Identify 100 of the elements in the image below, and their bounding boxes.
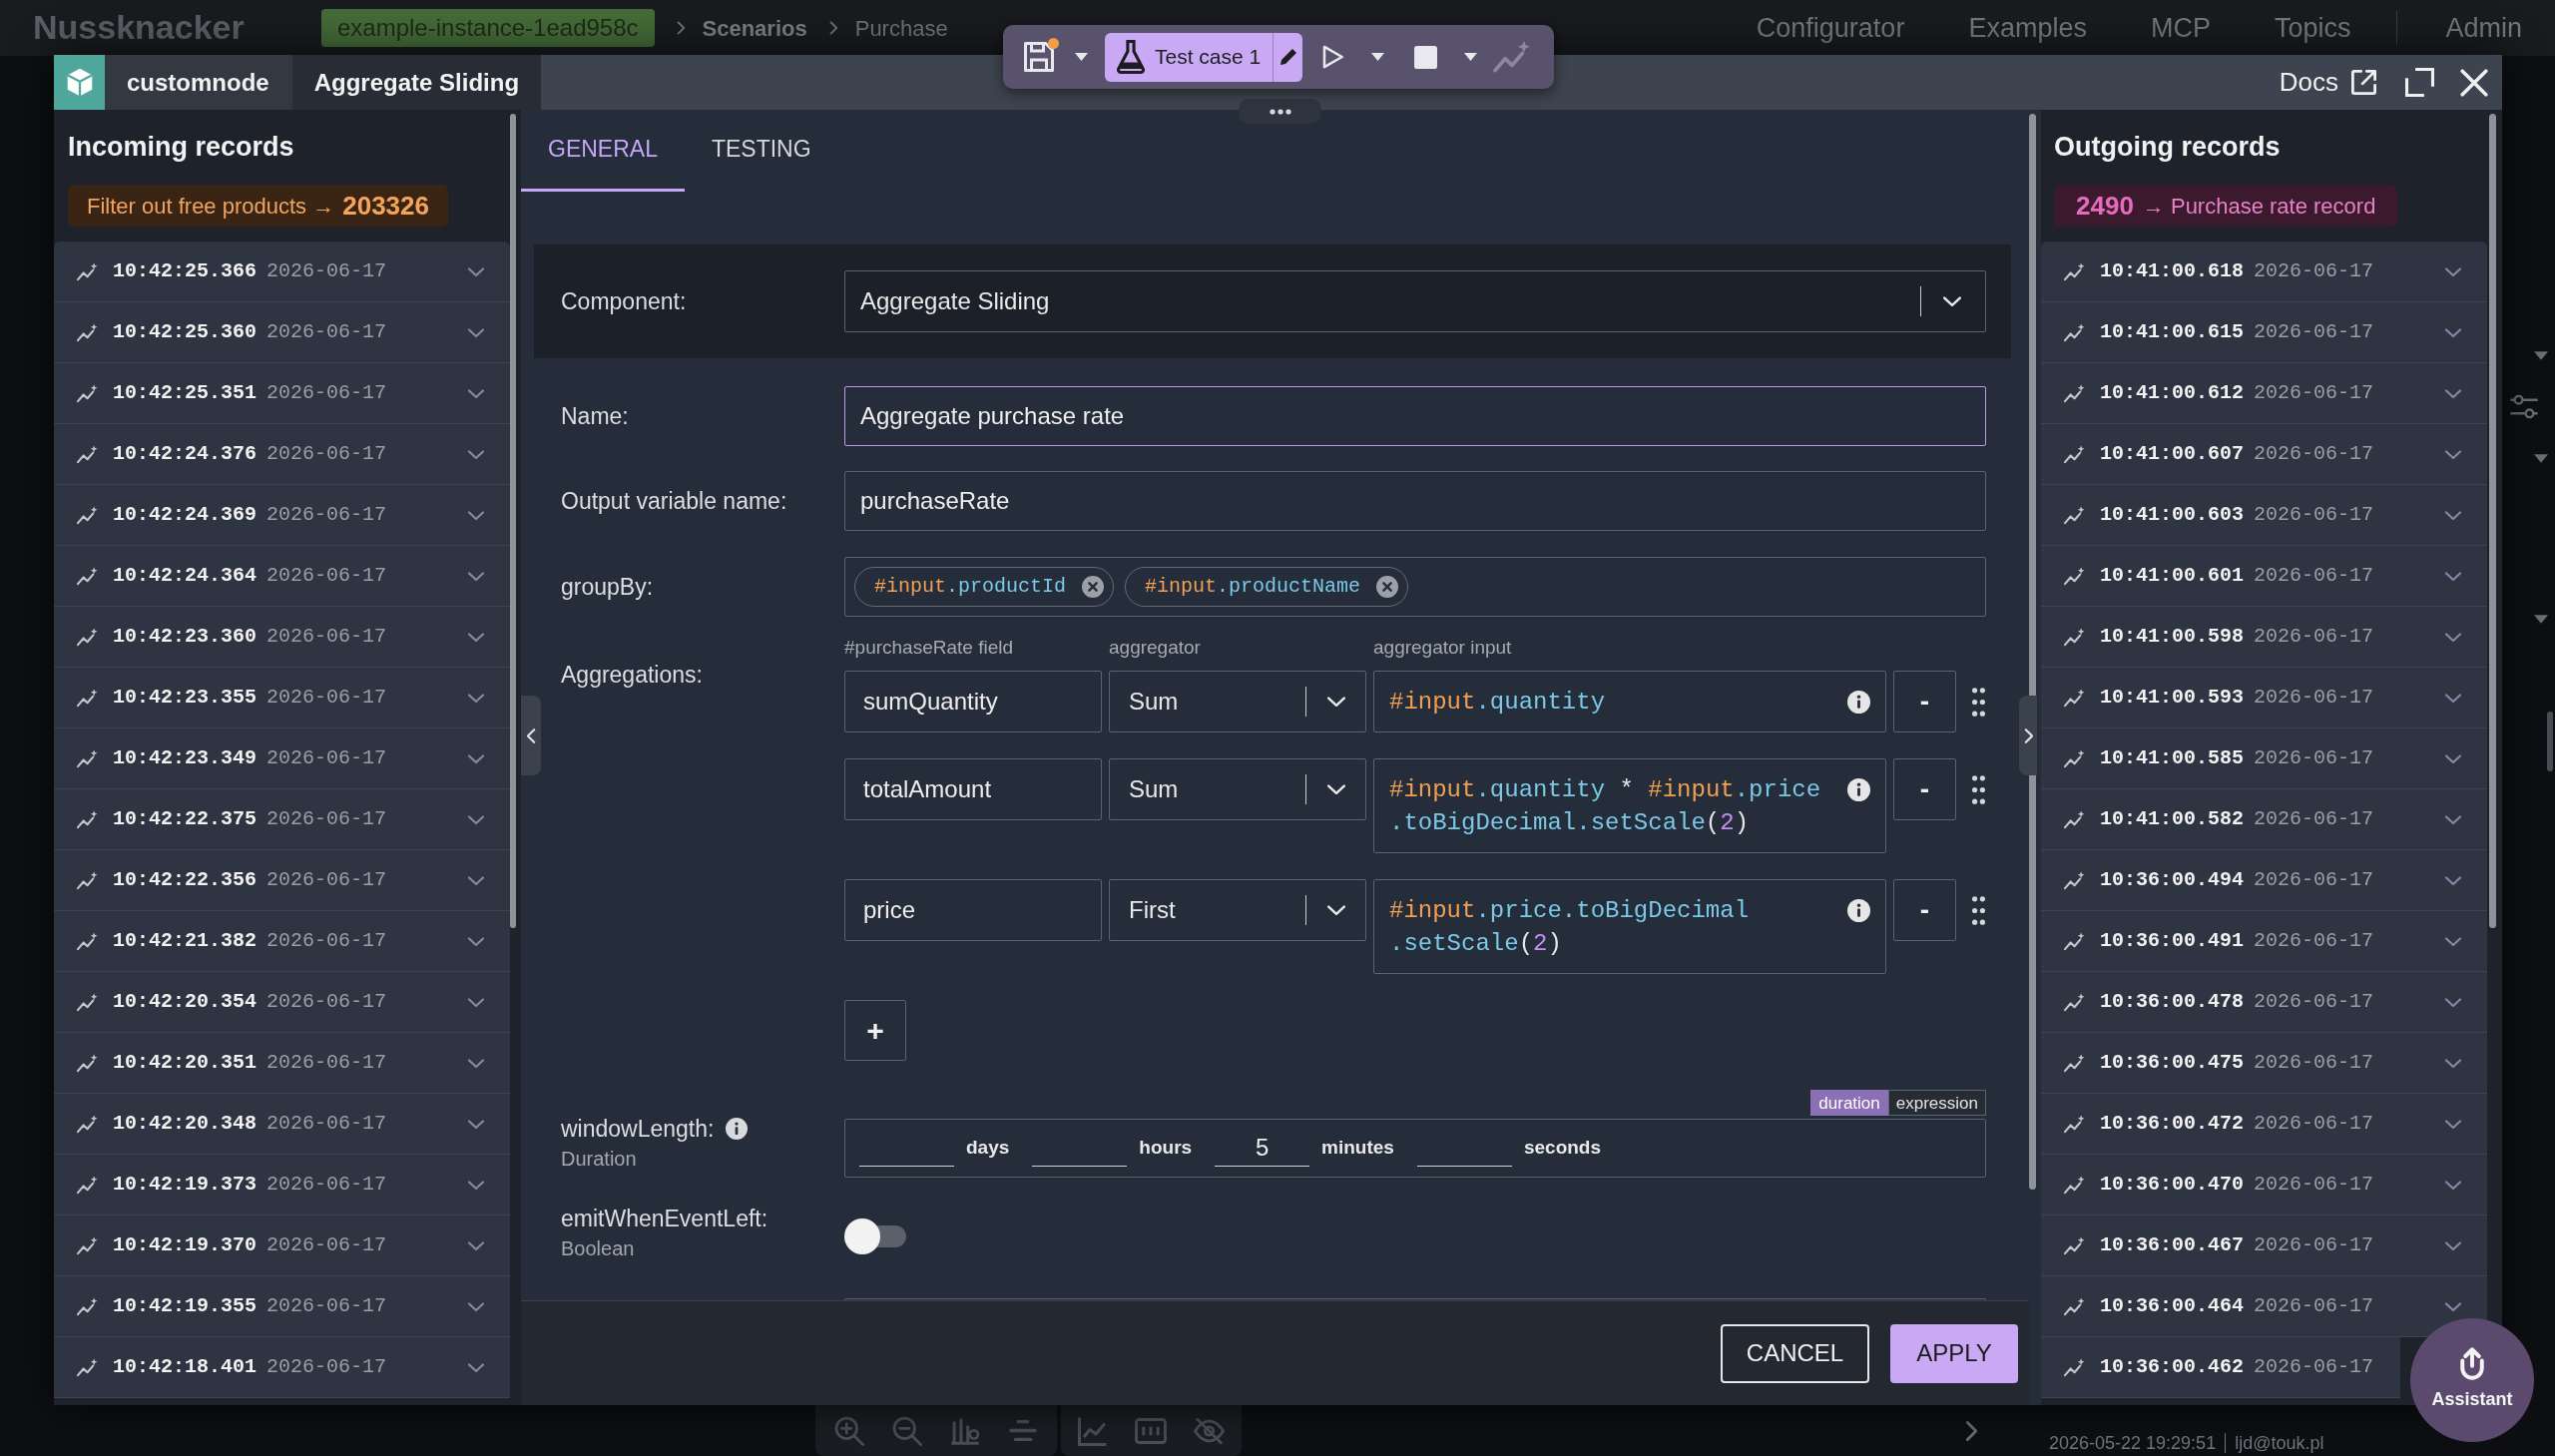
record-row[interactable]: 10:42:25.366 2026-06-17 <box>54 242 510 302</box>
record-row[interactable]: 10:42:19.373 2026-06-17 <box>54 1155 510 1215</box>
record-row[interactable]: 10:42:23.360 2026-06-17 <box>54 607 510 668</box>
record-row[interactable]: 10:36:00.472 2026-06-17 <box>2041 1094 2487 1155</box>
remove-button[interactable]: - <box>1893 758 1956 820</box>
info-icon[interactable] <box>1847 899 1870 922</box>
tab[interactable]: TESTING <box>684 110 838 192</box>
expression-editor[interactable]: #input.price.toBigDecimal .setScale(2) <box>1373 879 1886 974</box>
breadcrumb-link[interactable]: Scenarios <box>702 11 807 45</box>
scrollbar[interactable] <box>2489 114 2496 928</box>
apply-button[interactable]: APPLY <box>1890 1323 2018 1383</box>
clear-icon[interactable] <box>1082 576 1105 598</box>
info-icon[interactable] <box>1847 778 1870 801</box>
info-icon[interactable] <box>1847 691 1870 714</box>
record-row[interactable]: 10:41:00.601 2026-06-17 <box>2041 546 2487 607</box>
edit-button[interactable] <box>1273 32 1303 82</box>
dots-icon[interactable] <box>1239 99 1321 124</box>
mode-toggle[interactable]: duration <box>1810 1090 1888 1116</box>
record-row[interactable]: 10:42:25.351 2026-06-17 <box>54 363 510 424</box>
caret-down-icon[interactable] <box>2534 351 2548 360</box>
record-row[interactable]: 10:42:22.356 2026-06-17 <box>54 850 510 911</box>
record-row[interactable]: 10:42:23.355 2026-06-17 <box>54 668 510 728</box>
nav-link[interactable]: Admin <box>2445 7 2522 49</box>
record-row[interactable]: 10:42:22.375 2026-06-17 <box>54 789 510 850</box>
source-badge[interactable]: Filter out free products → 203326 <box>68 185 448 227</box>
record-row[interactable]: 10:36:00.478 2026-06-17 <box>2041 972 2487 1033</box>
record-row[interactable]: 10:36:00.475 2026-06-17 <box>2041 1033 2487 1094</box>
chevron-right-icon[interactable] <box>1965 1420 1977 1441</box>
record-row[interactable]: 10:42:20.348 2026-06-17 <box>54 1094 510 1155</box>
caret-down-icon[interactable] <box>2534 454 2548 463</box>
toggle-switch[interactable] <box>844 1218 906 1254</box>
record-row[interactable]: 10:36:00.470 2026-06-17 <box>2041 1155 2487 1215</box>
cancel-button[interactable]: CANCEL <box>1721 1323 1869 1383</box>
scrollbar[interactable] <box>2547 712 2553 771</box>
caret-down-icon[interactable] <box>1371 53 1385 61</box>
caret-down-icon[interactable] <box>2534 615 2548 624</box>
record-row[interactable]: 10:41:00.598 2026-06-17 <box>2041 607 2487 668</box>
record-row[interactable]: 10:41:00.585 2026-06-17 <box>2041 728 2487 789</box>
record-row[interactable]: 10:36:00.494 2026-06-17 <box>2041 850 2487 911</box>
scrollbar[interactable] <box>510 114 516 928</box>
aggregator-select[interactable]: Sum <box>1109 758 1366 820</box>
collapse-button[interactable] <box>521 696 541 775</box>
caret-down-icon[interactable] <box>1075 53 1088 61</box>
sliders-icon[interactable] <box>2509 394 2539 419</box>
record-row[interactable]: 10:42:19.355 2026-06-17 <box>54 1276 510 1337</box>
expression-editor[interactable]: #input.quantity * #input.price .toBigDecimal.setScale(2) <box>1373 758 1886 853</box>
field-name-input[interactable]: sumQuantity <box>844 671 1102 732</box>
test-case-button[interactable]: Test case 1 <box>1105 32 1274 82</box>
record-row[interactable]: 10:41:00.612 2026-06-17 <box>2041 363 2487 424</box>
field-name-input[interactable]: price <box>844 879 1102 941</box>
info-icon[interactable] <box>726 1118 749 1140</box>
stop-icon[interactable] <box>1414 45 1438 69</box>
clear-icon[interactable] <box>1376 576 1399 598</box>
docs-link[interactable]: Docs <box>2279 63 2376 102</box>
record-row[interactable]: 10:42:18.401 2026-06-17 <box>54 1337 510 1398</box>
record-row[interactable]: 10:42:20.351 2026-06-17 <box>54 1033 510 1094</box>
caret-down-icon[interactable] <box>1464 53 1478 61</box>
expression-editor[interactable]: #input.quantity <box>1373 671 1886 732</box>
record-row[interactable]: 10:42:25.360 2026-06-17 <box>54 302 510 363</box>
duration-field[interactable]: days hours 5 minutes seconds <box>844 1119 1986 1178</box>
record-row[interactable]: 10:41:00.593 2026-06-17 <box>2041 668 2487 728</box>
aggregator-select[interactable]: Sum <box>1109 671 1366 732</box>
tab[interactable]: GENERAL <box>521 110 685 192</box>
play-icon[interactable] <box>1322 45 1344 69</box>
collapse-button[interactable] <box>2019 696 2037 775</box>
text-input[interactable]: Aggregate purchase rate <box>844 386 1986 446</box>
mode-toggle[interactable]: expression <box>1887 1090 1986 1116</box>
record-row[interactable]: 10:36:00.491 2026-06-17 <box>2041 911 2487 972</box>
scrollbar[interactable] <box>2029 114 2036 1190</box>
record-row[interactable]: 10:42:21.382 2026-06-17 <box>54 911 510 972</box>
remove-button[interactable]: - <box>1893 671 1956 732</box>
record-row[interactable]: 10:42:24.364 2026-06-17 <box>54 546 510 607</box>
record-row[interactable]: 10:41:00.582 2026-06-17 <box>2041 789 2487 850</box>
record-row[interactable]: 10:41:00.603 2026-06-17 <box>2041 485 2487 546</box>
duration-input[interactable]: 5 <box>1215 1130 1310 1167</box>
record-row[interactable]: 10:42:20.354 2026-06-17 <box>54 972 510 1033</box>
component-select[interactable]: Aggregate Sliding <box>844 270 1986 332</box>
record-row[interactable]: 10:36:00.467 2026-06-17 <box>2041 1215 2487 1276</box>
drag-handle-icon[interactable] <box>1972 688 1985 717</box>
field-name-input[interactable]: totalAmount <box>844 758 1102 820</box>
record-row[interactable]: 10:42:23.349 2026-06-17 <box>54 728 510 789</box>
target-badge[interactable]: 2490 → Purchase rate record <box>2054 185 2398 227</box>
tag-input-field[interactable]: #input.productId #input.productName <box>844 557 1986 617</box>
record-row[interactable]: 10:42:24.376 2026-06-17 <box>54 424 510 485</box>
text-input[interactable]: purchaseRate <box>844 471 1986 531</box>
add-button[interactable]: + <box>844 1000 906 1061</box>
record-row[interactable]: 10:41:00.618 2026-06-17 <box>2041 242 2487 302</box>
remove-button[interactable]: - <box>1893 879 1956 941</box>
record-row[interactable]: 10:42:19.370 2026-06-17 <box>54 1215 510 1276</box>
record-row[interactable]: 10:41:00.615 2026-06-17 <box>2041 302 2487 363</box>
nav-link[interactable]: MCP <box>2150 7 2211 49</box>
record-row[interactable]: 10:42:24.369 2026-06-17 <box>54 485 510 546</box>
record-row[interactable]: 10:36:00.464 2026-06-17 <box>2041 1276 2487 1337</box>
aggregator-select[interactable]: First <box>1109 879 1366 941</box>
record-row[interactable]: 10:36:00.462 2026-06-17 <box>2041 1337 2400 1398</box>
save-icon <box>1024 42 1054 72</box>
drag-handle-icon[interactable] <box>1972 896 1985 925</box>
record-row[interactable]: 10:41:00.607 2026-06-17 <box>2041 424 2487 485</box>
assistant-button[interactable]: Assistant <box>2410 1318 2534 1442</box>
drag-handle-icon[interactable] <box>1972 775 1985 804</box>
